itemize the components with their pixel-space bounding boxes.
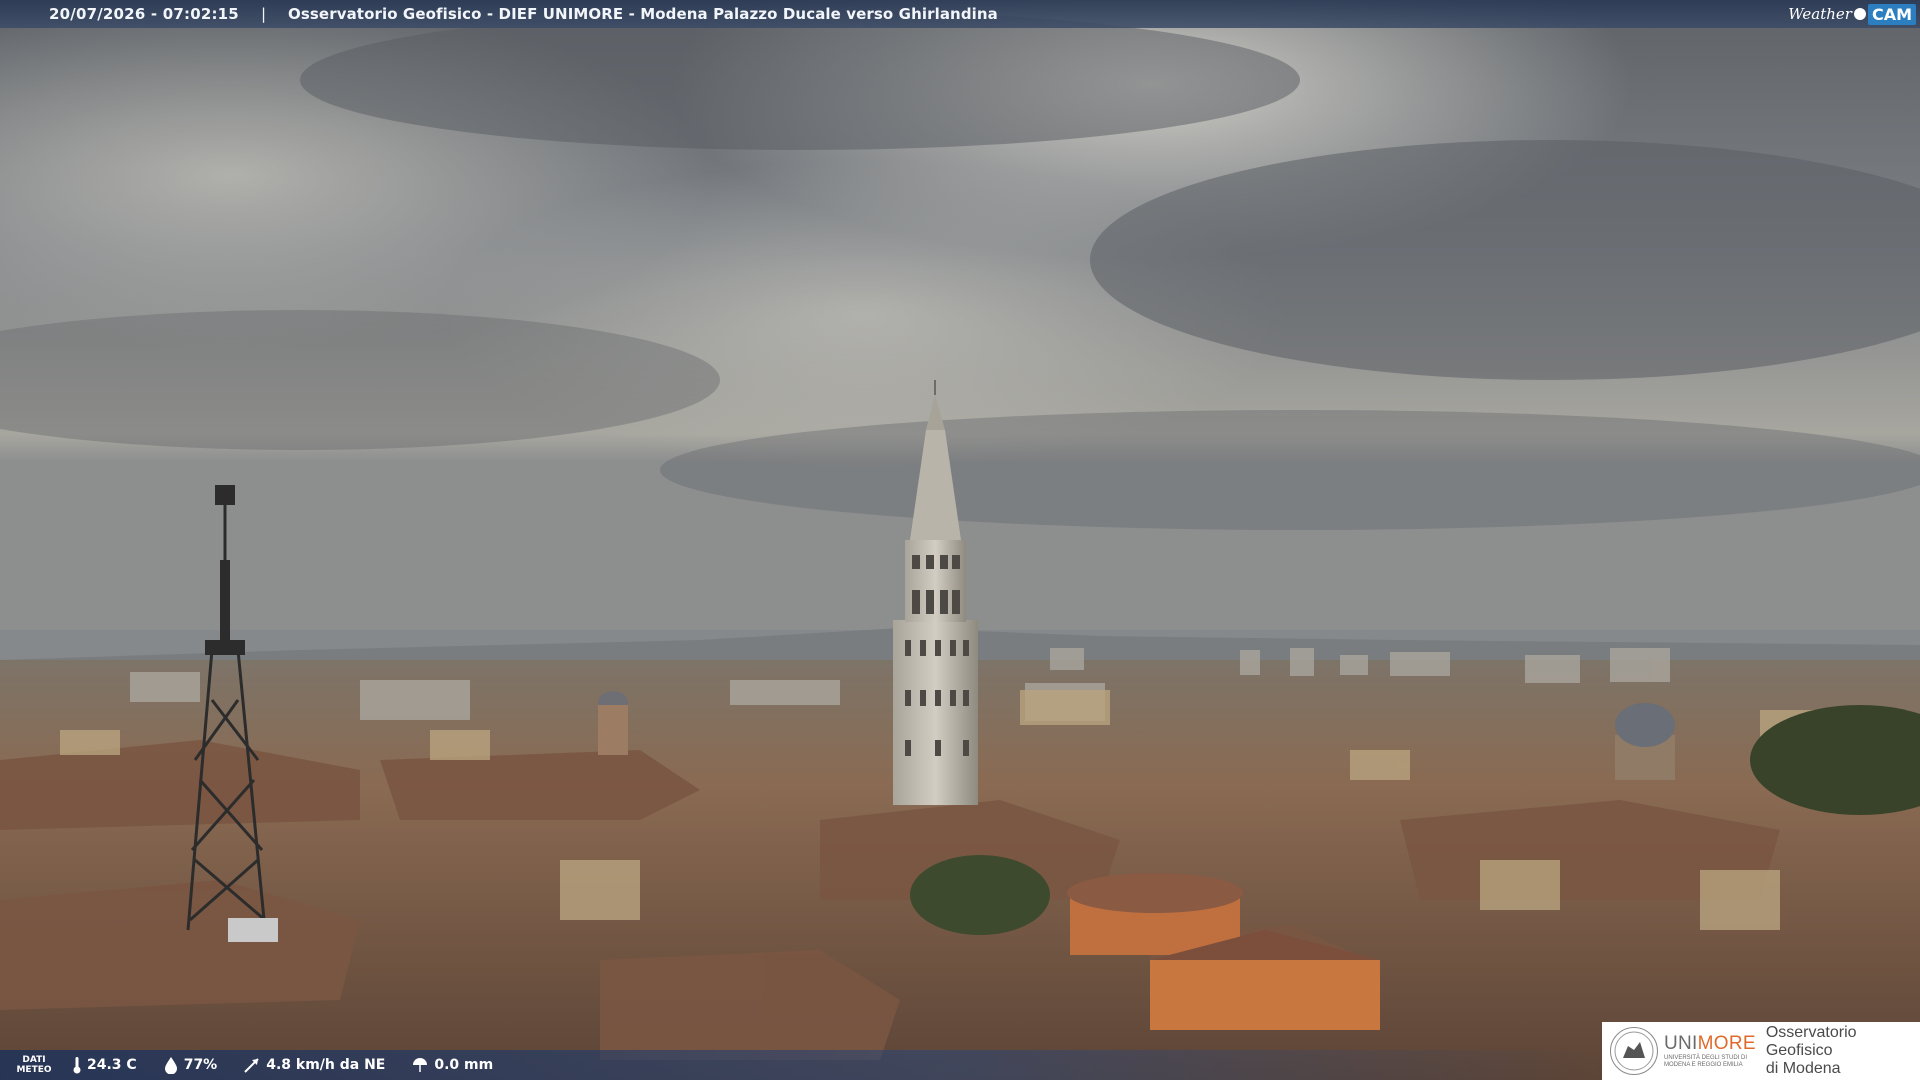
rain-reading: 0.0 mm [411, 1056, 493, 1074]
weathercam-logo-cam: CAM [1867, 3, 1916, 25]
observatory-name: Osservatorio Geofisico di Modena [1766, 1024, 1920, 1078]
droplet-icon [164, 1057, 177, 1074]
weathercam-logo-word: Weather [1788, 5, 1852, 23]
weather-data-label-line1: DATI [22, 1055, 46, 1065]
unimore-brand: UNIMORE UNIVERSITÀ DEGLI STUDI DI MODENA… [1664, 1033, 1756, 1069]
umbrella-icon [413, 1058, 428, 1072]
weathercam-dot-icon [1853, 8, 1866, 20]
header-bar: 20/07/2026 - 07:02:15 | Osservatorio Geo… [0, 0, 1920, 28]
wind-vane-icon [244, 1058, 259, 1073]
unimore-name-more: MORE [1697, 1033, 1756, 1054]
camera-title: Osservatorio Geofisico - DIEF UNIMORE - … [288, 5, 998, 23]
observatory-line-2: di Modena [1765, 1060, 1841, 1077]
unimore-sub-1: UNIVERSITÀ DEGLI STUDI DI [1664, 1055, 1748, 1061]
wind-value: 4.8 km/h da NE [266, 1057, 386, 1073]
temperature-value: 24.3 C [87, 1057, 137, 1073]
unimore-name-uni: UNI [1664, 1033, 1698, 1054]
temperature-reading: 24.3 C [72, 1056, 137, 1074]
thermometer-icon [73, 1057, 81, 1074]
unimore-logo: UNIMORE UNIVERSITÀ DEGLI STUDI DI MODENA… [1602, 1022, 1920, 1080]
university-seal-icon [1610, 1027, 1658, 1075]
weather-data-bar: DATI METEO 24.3 C 77% 4.8 km/h da NE 0.0… [0, 1050, 1600, 1080]
wind-reading: 4.8 km/h da NE [243, 1056, 385, 1074]
timestamp: 20/07/2026 - 07:02:15 [49, 5, 239, 23]
webcam-scene [0, 0, 1920, 1080]
weathercam-logo: Weather CAM [1788, 2, 1916, 26]
unimore-name: UNIMORE [1664, 1033, 1756, 1055]
humidity-reading: 77% [163, 1056, 218, 1074]
weather-data-label: DATI METEO [14, 1055, 54, 1075]
humidity-value: 77% [183, 1057, 218, 1073]
weather-data-label-line2: METEO [16, 1065, 52, 1075]
rain-value: 0.0 mm [434, 1057, 494, 1073]
unimore-sub-2: MODENA E REGGIO EMILIA [1664, 1062, 1743, 1068]
header-separator: | [260, 5, 267, 23]
observatory-line-1: Osservatorio Geofisico [1765, 1024, 1857, 1059]
